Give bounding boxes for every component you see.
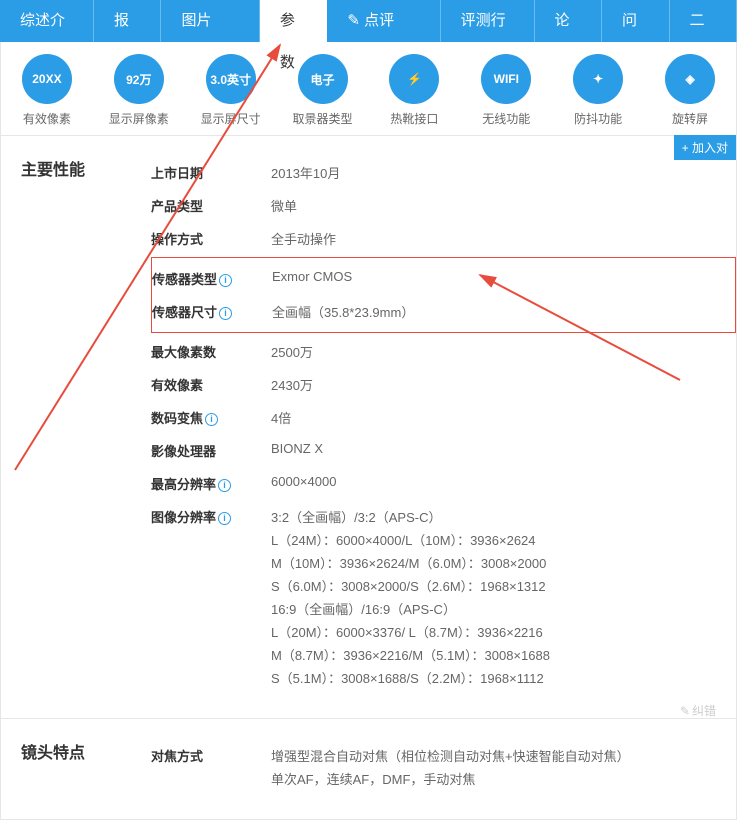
tab-6[interactable]: 论坛 [535, 0, 603, 42]
spec-value: 增强型混合自动对焦（相位检测自动对焦+快速智能自动对焦）单次AF，连续AF，DM… [271, 746, 736, 792]
section-title: 镜头特点 [1, 739, 151, 799]
tab-0[interactable]: 综述介绍 [0, 0, 94, 42]
spec-row: 最大像素数2500万 [151, 335, 736, 368]
tab-3[interactable]: 参数 [260, 0, 328, 42]
feature-label: 显示屏像素 [93, 110, 185, 127]
tab-8[interactable]: 二手 [670, 0, 737, 42]
spec-value: 2500万 [271, 342, 736, 361]
spec-row: 上市日期2013年10月 [151, 156, 736, 189]
spec-row: 影像处理器BIONZ X [151, 434, 736, 467]
spec-value: 2013年10月 [271, 163, 736, 182]
section: 镜头特点对焦方式增强型混合自动对焦（相位检测自动对焦+快速智能自动对焦）单次AF… [1, 718, 736, 819]
spec-value: 4倍 [271, 408, 736, 427]
info-icon[interactable]: i [218, 512, 231, 525]
spec-label: 上市日期 [151, 163, 271, 182]
edit-hint[interactable]: 纠错 [680, 702, 716, 719]
spec-row: 传感器类型iExmor CMOS [152, 262, 735, 295]
feature-item-1[interactable]: 92万显示屏像素 [93, 54, 185, 127]
tab-7[interactable]: 问答 [602, 0, 670, 42]
feature-item-2[interactable]: 3.0英寸显示屏尺寸 [185, 54, 277, 127]
info-icon[interactable]: i [205, 413, 218, 426]
feature-label: 防抖功能 [552, 110, 644, 127]
spec-value: 3:2（全画幅）/3:2（APS-C）L（24M）：6000×4000/L（10… [271, 507, 736, 691]
tab-4[interactable]: ✎ 点评(164) [327, 0, 440, 42]
spec-table: 对焦方式增强型混合自动对焦（相位检测自动对焦+快速智能自动对焦）单次AF，连续A… [151, 739, 736, 799]
feature-item-7[interactable]: ◈ 旋转屏 [644, 54, 736, 127]
spec-table: 上市日期2013年10月产品类型微单操作方式全手动操作传感器类型iExmor C… [151, 156, 736, 698]
highlight-box: 传感器类型iExmor CMOS传感器尺寸i全画幅（35.8*23.9mm） [151, 257, 736, 333]
feature-item-0[interactable]: 20XX 有效像素 [1, 54, 93, 127]
feature-label: 热靴接口 [369, 110, 461, 127]
feature-label: 取景器类型 [277, 110, 369, 127]
tab-5[interactable]: 评测行情 [441, 0, 535, 42]
add-compare-button[interactable]: + 加入对 [674, 135, 736, 160]
feature-icon: ✦ [573, 54, 623, 104]
feature-icon: 3.0英寸 [206, 54, 256, 104]
feature-icon: ⚡ [389, 54, 439, 104]
feature-item-6[interactable]: ✦ 防抖功能 [552, 54, 644, 127]
spec-label: 影像处理器 [151, 441, 271, 460]
spec-value: BIONZ X [271, 441, 736, 460]
spec-value: 2430万 [271, 375, 736, 394]
spec-value: 微单 [271, 196, 736, 215]
content: + 加入对 主要性能上市日期2013年10月产品类型微单操作方式全手动操作传感器… [0, 135, 737, 820]
spec-label: 最大像素数 [151, 342, 271, 361]
spec-row: 最高分辨率i6000×4000 [151, 467, 736, 500]
spec-label: 数码变焦i [151, 408, 271, 427]
spec-label: 有效像素 [151, 375, 271, 394]
spec-row: 数码变焦i4倍 [151, 401, 736, 434]
spec-value: 全手动操作 [271, 229, 736, 248]
spec-value: 6000×4000 [271, 474, 736, 493]
feature-item-5[interactable]: WIFI 无线功能 [460, 54, 552, 127]
feature-icon: 92万 [114, 54, 164, 104]
spec-row: 产品类型微单 [151, 189, 736, 222]
feature-icon: ◈ [665, 54, 715, 104]
feature-icon: WIFI [481, 54, 531, 104]
info-icon[interactable]: i [218, 479, 231, 492]
tab-1[interactable]: 报价 [94, 0, 162, 42]
spec-label: 传感器尺寸i [152, 302, 272, 321]
spec-row: 操作方式全手动操作 [151, 222, 736, 255]
feature-label: 旋转屏 [644, 110, 736, 127]
feature-row: 20XX有效像素92万显示屏像素3.0英寸显示屏尺寸电子取景器类型⚡热靴接口WI… [0, 42, 737, 135]
feature-icon: 电子 [298, 54, 348, 104]
info-icon[interactable]: i [219, 274, 232, 287]
feature-item-4[interactable]: ⚡ 热靴接口 [369, 54, 461, 127]
spec-label: 图像分辨率i [151, 507, 271, 691]
spec-value: Exmor CMOS [272, 269, 735, 288]
spec-label: 传感器类型i [152, 269, 272, 288]
spec-label: 操作方式 [151, 229, 271, 248]
tab-2[interactable]: 图片(503) [161, 0, 259, 42]
spec-value: 全画幅（35.8*23.9mm） [272, 302, 735, 321]
spec-label: 产品类型 [151, 196, 271, 215]
spec-row: 图像分辨率i3:2（全画幅）/3:2（APS-C）L（24M）：6000×400… [151, 500, 736, 698]
spec-row: 对焦方式增强型混合自动对焦（相位检测自动对焦+快速智能自动对焦）单次AF，连续A… [151, 739, 736, 799]
spec-label: 对焦方式 [151, 746, 271, 792]
feature-label: 显示屏尺寸 [185, 110, 277, 127]
feature-item-3[interactable]: 电子取景器类型 [277, 54, 369, 127]
section-title: 主要性能 [1, 156, 151, 698]
spec-label: 最高分辨率i [151, 474, 271, 493]
info-icon[interactable]: i [219, 307, 232, 320]
feature-label: 无线功能 [460, 110, 552, 127]
section: 主要性能上市日期2013年10月产品类型微单操作方式全手动操作传感器类型iExm… [1, 135, 736, 718]
feature-label: 有效像素 [1, 110, 93, 127]
spec-row: 有效像素2430万 [151, 368, 736, 401]
main-tabs: 综述介绍报价图片(503)参数✎ 点评(164)评测行情论坛问答二手 [0, 0, 737, 42]
feature-icon: 20XX [22, 54, 72, 104]
spec-row: 传感器尺寸i全画幅（35.8*23.9mm） [152, 295, 735, 328]
